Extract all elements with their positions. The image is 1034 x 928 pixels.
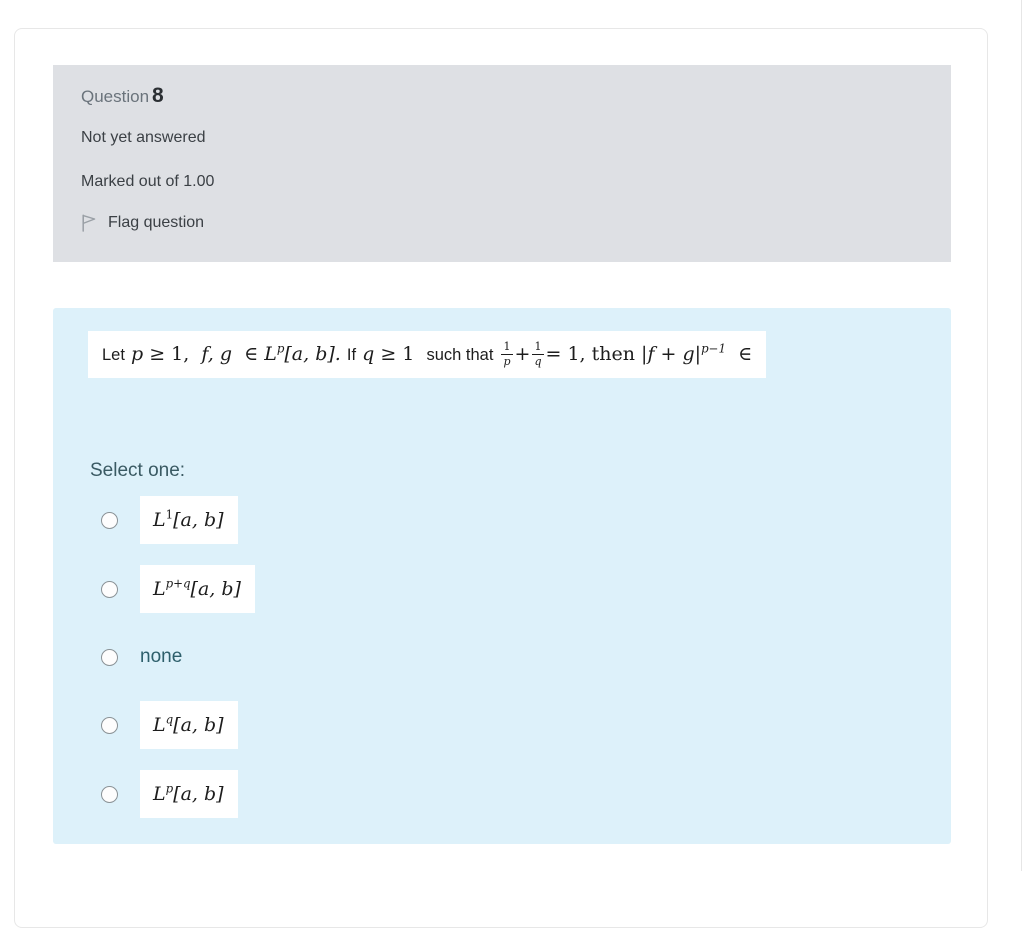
flag-question-label: Flag question [108,214,205,231]
question-statement-box: Let p ≥ 1, f, g ∈ Lp [a, b]. If q ≥ 1 suc… [88,331,767,379]
answer-option-5[interactable]: Lp[a, b] [90,770,930,818]
question-number: 8 [152,84,164,107]
option-4-base: L [153,714,166,736]
option-5-base: L [153,783,166,805]
option-4-interval: [a, b] [173,714,224,736]
radio-option-1[interactable] [101,511,118,529]
answer-option-2-label: Lp+q[a, b] [153,578,241,600]
statement-abs-f: f [647,342,655,365]
page-right-rule [1021,0,1022,871]
question-info-panel: Question 8 Not yet answered Marked out of… [53,65,951,262]
fraction-1-denominator: p [501,353,513,368]
question-card: Question 8 Not yet answered Marked out of… [14,28,988,928]
question-number-line: Question 8 [81,85,923,108]
question-marks-label: Marked out of 1.00 [81,173,215,190]
statement-rel-1: ≥ 1, [149,342,190,365]
answer-option-1[interactable]: L1[a, b] [90,496,930,544]
question-state-label: Not yet answered [81,129,206,146]
statement-in-1: ∈ [244,342,259,365]
radio-option-3[interactable] [101,648,118,666]
option-5-interval: [a, b] [173,783,224,805]
statement-rel-2: ≥ 1 [380,342,415,365]
radio-option-2[interactable] [101,580,118,598]
option-2-base: L [153,578,166,600]
radio-option-5[interactable] [101,785,118,803]
answer-option-4-box[interactable]: Lq[a, b] [140,701,238,749]
option-1-base: L [153,509,166,531]
statement-suchthat: such that [426,345,494,364]
flag-icon [81,214,97,232]
statement-plus: + [514,342,531,365]
option-1-exponent: 1 [165,507,174,522]
option-2-interval: [a, b] [190,578,241,600]
answer-option-3-label[interactable]: none [140,646,182,668]
statement-abs-exponent: p−1 [701,341,726,356]
answer-option-2-box[interactable]: Lp+q[a, b] [140,565,255,613]
answer-option-2[interactable]: Lp+q[a, b] [90,565,930,613]
answer-option-3[interactable]: none [90,634,930,680]
radio-option-4[interactable] [101,716,118,734]
answer-option-4-label: Lq[a, b] [153,714,224,736]
answer-option-1-box[interactable]: L1[a, b] [140,496,238,544]
statement-equals-clause: = 1, then [545,342,635,365]
fraction-2-numerator: 1 [534,340,542,353]
answer-panel: Let p ≥ 1, f, g ∈ Lp [a, b]. If q ≥ 1 suc… [53,308,951,844]
option-1-interval: [a, b] [173,509,224,531]
statement-functions: f, g [201,342,232,365]
option-2-exponent: p+q [165,576,191,591]
question-statement-math: Let p ≥ 1, f, g ∈ Lp [a, b]. If q ≥ 1 suc… [102,340,753,368]
statement-interval-1: [a, b]. [284,342,341,365]
statement-in-2: ∈ [738,342,753,365]
statement-fraction-1: 1p [501,340,513,368]
statement-lead: Let [102,345,125,364]
statement-var-p: p [130,342,144,365]
select-one-label: Select one: [90,460,186,481]
flag-question-control[interactable]: Flag question [81,213,923,233]
answer-option-1-label: L1[a, b] [153,509,224,531]
answer-option-5-box[interactable]: Lp[a, b] [140,770,238,818]
fraction-1-numerator: 1 [503,340,511,353]
statement-abs-plus: + [660,342,677,365]
statement-space-L: L [264,342,277,365]
statement-var-q: q [362,342,375,365]
statement-fraction-2: 1q [532,340,544,368]
statement-if-word: If [346,345,357,364]
statement-abs-g: g [682,342,695,365]
answer-option-4[interactable]: Lq[a, b] [90,701,930,749]
fraction-2-denominator: q [532,353,544,368]
answer-options-list: L1[a, b] Lp+q[a, b] none Lq[a, b] Lp[a, … [90,496,930,818]
question-word-label: Question [81,87,150,106]
answer-option-5-label: Lp[a, b] [153,783,224,805]
